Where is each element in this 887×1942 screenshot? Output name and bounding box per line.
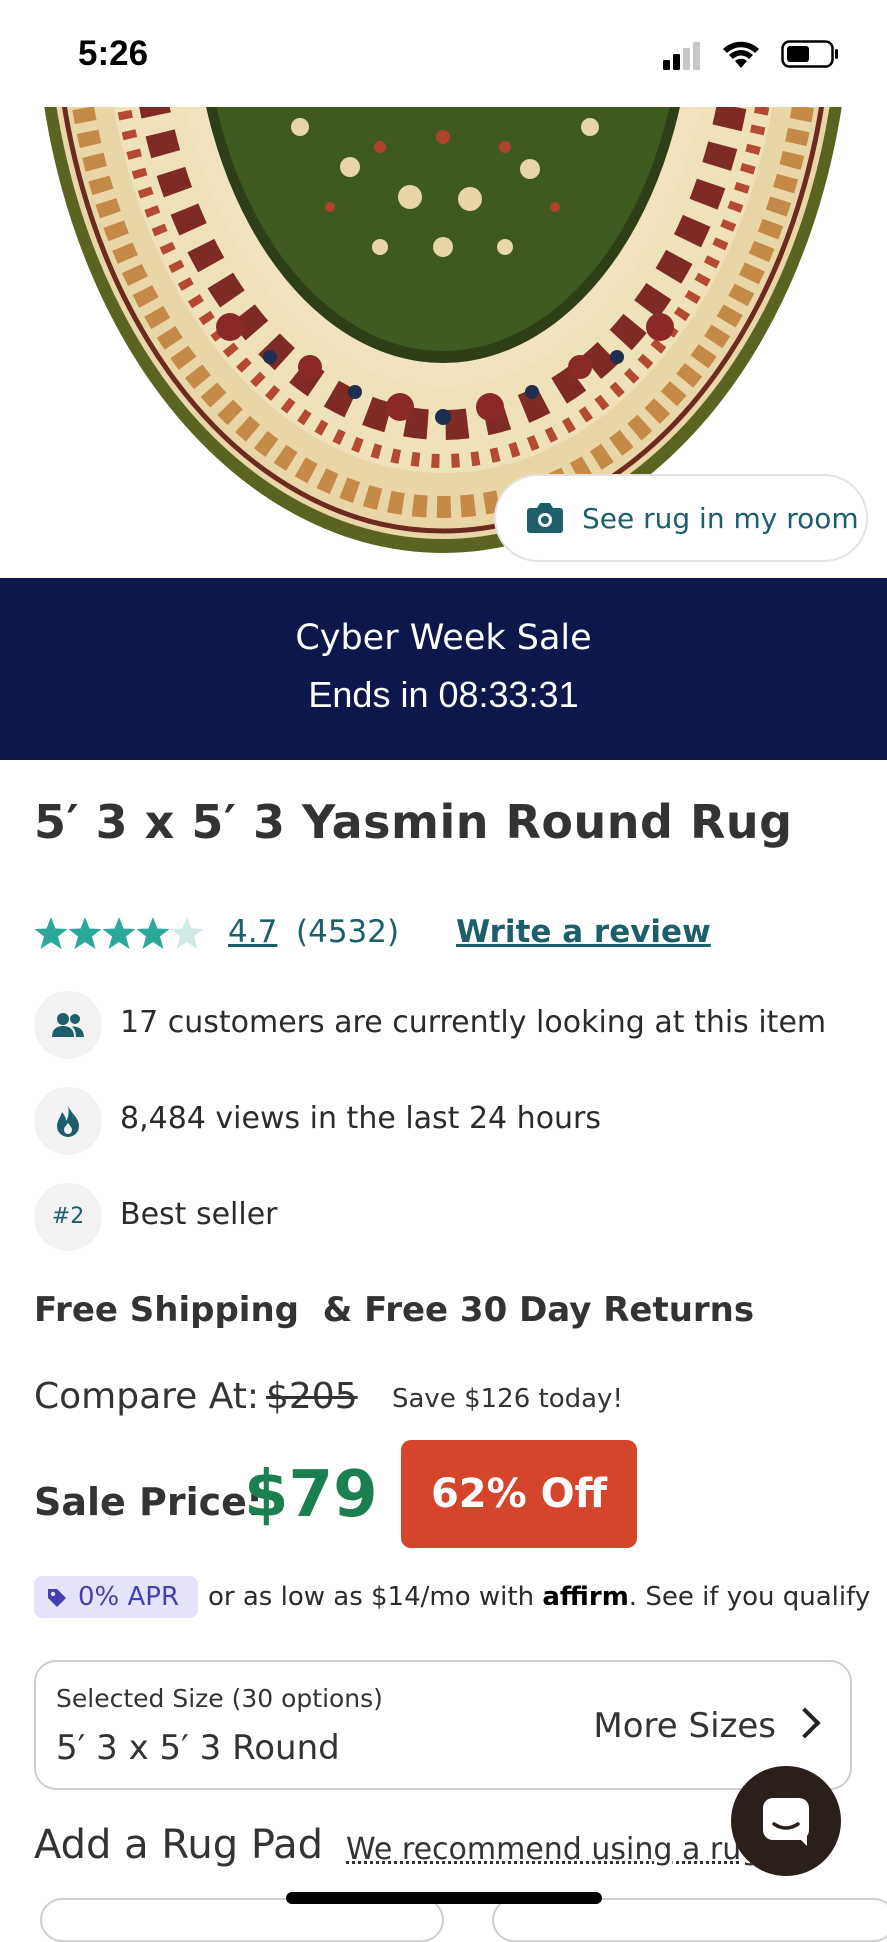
size-caption: Selected Size (30 options) [56, 1684, 383, 1713]
wifi-icon [723, 41, 759, 68]
shipping-returns: Free Shipping & Free 30 Day Returns [34, 1290, 755, 1330]
star-rating [34, 917, 204, 949]
home-indicator [286, 1892, 602, 1904]
sale-price: $79 [244, 1458, 378, 1532]
rating-row: 4.7 (4532) Write a review [34, 912, 854, 962]
rug-pad-link[interactable]: We recommend using a rug pad [346, 1832, 786, 1867]
savings-text: Save $126 today! [392, 1384, 623, 1414]
compare-row: Compare At: $205 Save $126 today! [34, 1376, 854, 1422]
compare-label: Compare At: [34, 1376, 259, 1417]
see-rug-in-room-label: See rug in my room [582, 502, 859, 535]
rug-pad-option-card[interactable] [40, 1898, 444, 1942]
views-text: 8,484 views in the last 24 hours [120, 1101, 602, 1136]
apr-label: 0% APR [78, 1582, 180, 1612]
signal-icon [663, 42, 700, 70]
chevron-right-icon [789, 1707, 821, 1739]
rank-badge-label: #2 [51, 1204, 85, 1229]
affirm-logo: affirm [542, 1582, 629, 1612]
financing-row[interactable]: 0% APR or as low as $14/mo with affirm. … [34, 1576, 874, 1620]
size-selector[interactable]: Selected Size (30 options) 5′ 3 x 5′ 3 R… [34, 1660, 852, 1790]
status-bar: 5:26 [0, 0, 887, 107]
chat-button[interactable] [731, 1766, 841, 1876]
sale-countdown: Ends in 08:33:31 [308, 674, 579, 715]
info-row-views: 8,484 views in the last 24 hours [34, 1087, 854, 1155]
sale-banner-title: Cyber Week Sale [295, 618, 592, 658]
selected-size-value: 5′ 3 x 5′ 3 Round [56, 1728, 340, 1768]
info-row-bestseller: #2 Best seller [34, 1183, 854, 1251]
sale-price-label: Sale Price: [34, 1480, 263, 1524]
rank-badge: #2 [34, 1183, 102, 1251]
more-sizes-button[interactable]: More Sizes [593, 1706, 821, 1746]
financing-text-after: . See if you qualify [628, 1582, 871, 1612]
rug-pad-option-card[interactable] [492, 1898, 887, 1942]
sale-price-row: Sale Price: $79 62% Off [34, 1440, 854, 1550]
camera-icon [527, 503, 563, 533]
chat-icon [763, 1798, 809, 1846]
write-review-link[interactable]: Write a review [456, 914, 711, 950]
battery-icon [781, 40, 838, 68]
more-sizes-label: More Sizes [593, 1706, 776, 1746]
best-seller-text: Best seller [120, 1197, 278, 1232]
rug-pad-title: Add a Rug Pad [34, 1822, 324, 1868]
tag-icon [48, 1589, 66, 1607]
product-image[interactable]: See rug in my room [0, 107, 887, 577]
review-count: (4532) [296, 914, 400, 950]
info-row-viewers: 17 customers are currently looking at th… [34, 991, 854, 1059]
product-title: 5′ 3 x 5′ 3 Yasmin Round Rug [34, 795, 793, 849]
financing-text[interactable]: or as low as $14/mo with affirm. See if … [208, 1582, 870, 1612]
financing-text-before: or as low as $14/mo with [208, 1582, 543, 1612]
discount-badge: 62% Off [401, 1440, 637, 1548]
compare-price: $205 [266, 1376, 358, 1417]
see-rug-in-room-button[interactable]: See rug in my room [494, 474, 868, 562]
viewers-text: 17 customers are currently looking at th… [120, 1005, 827, 1040]
people-icon [34, 991, 102, 1059]
sale-banner: Cyber Week Sale Ends in 08:33:31 [0, 578, 887, 760]
flame-icon [34, 1087, 102, 1155]
rating-value-link[interactable]: 4.7 [228, 914, 277, 950]
apr-badge: 0% APR [34, 1576, 198, 1618]
status-time: 5:26 [78, 34, 149, 73]
